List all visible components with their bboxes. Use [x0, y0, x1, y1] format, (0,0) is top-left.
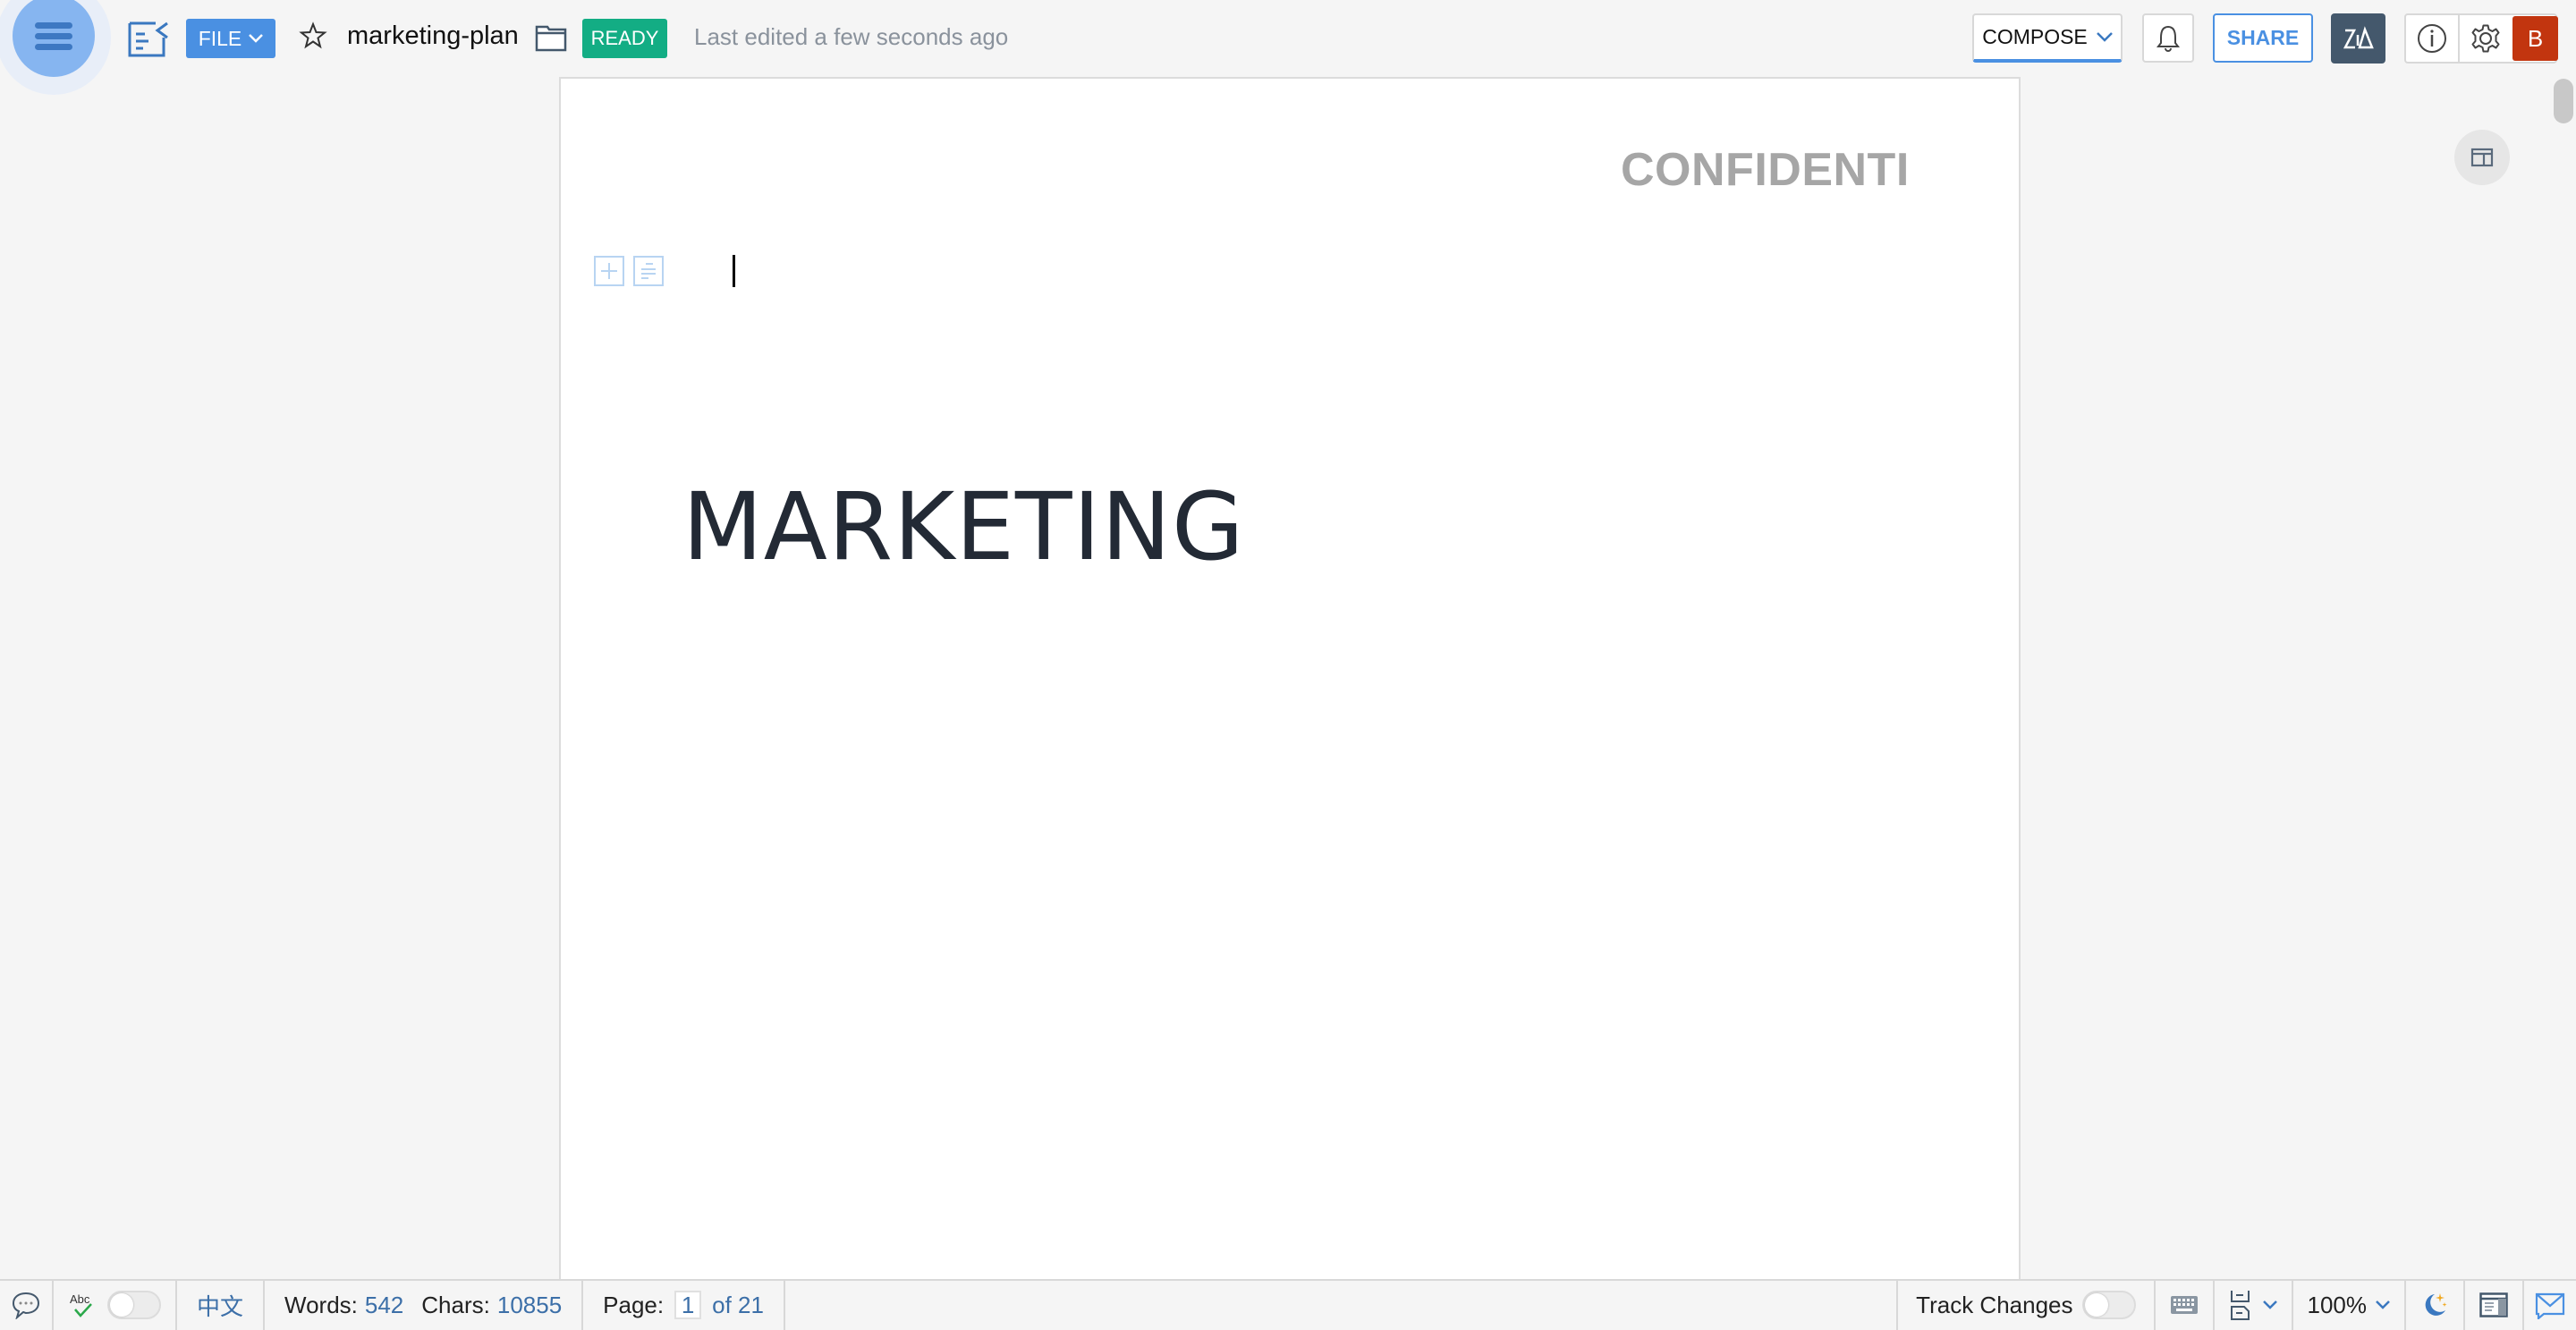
- track-changes-group: Track Changes: [1896, 1280, 2156, 1330]
- chars-value: 10855: [496, 1291, 563, 1318]
- writer-document-icon[interactable]: [127, 20, 170, 57]
- hamburger-line: [35, 43, 72, 50]
- folder-icon[interactable]: [535, 23, 567, 52]
- compose-label: COMPOSE: [1982, 25, 2088, 48]
- status-badge: READY: [582, 19, 667, 58]
- feedback-mail-button[interactable]: [2524, 1280, 2576, 1330]
- side-panel-toggle[interactable]: [2454, 130, 2510, 185]
- document-page[interactable]: CONFIDENTI MARKETING: [559, 77, 2021, 1279]
- bell-icon: [2157, 25, 2180, 52]
- settings-button[interactable]: [2460, 15, 2512, 62]
- svg-text:Abc: Abc: [70, 1292, 90, 1306]
- words-value: 542: [364, 1291, 404, 1318]
- status-spacer: [785, 1280, 1896, 1330]
- info-button[interactable]: [2406, 15, 2460, 62]
- share-button[interactable]: SHARE: [2213, 13, 2313, 63]
- zoom-value: 100%: [2307, 1291, 2368, 1318]
- file-menu-button[interactable]: FILE: [186, 19, 275, 58]
- keyboard-button[interactable]: [2156, 1280, 2215, 1330]
- add-block-icon: [601, 263, 617, 279]
- night-mode-icon: [2425, 1293, 2447, 1316]
- night-mode-button[interactable]: [2406, 1280, 2465, 1330]
- language-button[interactable]: 中文: [177, 1280, 266, 1330]
- page-label: Page:: [603, 1291, 665, 1318]
- track-changes-toggle[interactable]: [2081, 1291, 2136, 1319]
- notifications-button[interactable]: [2142, 13, 2194, 63]
- spellcheck-toggle[interactable]: [107, 1291, 161, 1319]
- spellcheck-group: Abc: [54, 1280, 177, 1330]
- paragraph-format-icon: [641, 263, 656, 279]
- keyboard-icon: [2170, 1296, 2198, 1314]
- reader-layout-icon: [2479, 1292, 2508, 1317]
- page-total: of 21: [712, 1291, 764, 1318]
- vertical-scrollbar[interactable]: [2554, 79, 2573, 123]
- top-bar: FILE marketing-plan READY Last edited a …: [0, 0, 2576, 95]
- word-count-group[interactable]: Words: 542 Chars: 10855: [265, 1280, 584, 1330]
- block-tools: [594, 256, 664, 286]
- info-icon: [2418, 24, 2446, 53]
- document-name[interactable]: marketing-plan: [347, 21, 519, 51]
- comments-button[interactable]: [0, 1280, 54, 1330]
- gear-icon: [2471, 24, 2500, 53]
- document-title[interactable]: MARKETING: [682, 472, 1245, 581]
- page-number-input[interactable]: 1: [674, 1291, 702, 1319]
- page-header-text[interactable]: CONFIDENTI: [1621, 143, 1910, 197]
- compose-dropdown[interactable]: COMPOSE: [1972, 13, 2123, 63]
- track-changes-label: Track Changes: [1916, 1291, 2073, 1318]
- zia-assistant-button[interactable]: [2331, 13, 2385, 64]
- spellcheck-icon: Abc: [70, 1292, 92, 1317]
- page-view-dropdown[interactable]: [2215, 1280, 2293, 1330]
- status-bar: Abc 中文 Words: 542 Chars: 10855 Page: 1 o…: [0, 1279, 2576, 1330]
- page-navigator: Page: 1 of 21: [583, 1280, 785, 1330]
- chars-label: Chars:: [421, 1291, 490, 1318]
- zia-icon: [2343, 26, 2374, 49]
- chevron-down-icon: [2262, 1300, 2277, 1309]
- hamburger-icon: [35, 21, 72, 29]
- comment-icon: [12, 1292, 40, 1319]
- chevron-down-icon: [2096, 32, 2113, 42]
- file-label: FILE: [198, 26, 242, 50]
- add-block-button[interactable]: [594, 256, 624, 286]
- last-edited-text: Last edited a few seconds ago: [694, 23, 1009, 50]
- zoom-dropdown[interactable]: 100%: [2293, 1280, 2406, 1330]
- star-icon[interactable]: [299, 21, 327, 50]
- paragraph-format-button[interactable]: [633, 256, 664, 286]
- mail-icon: [2535, 1292, 2565, 1319]
- words-label: Words:: [284, 1291, 358, 1318]
- chevron-down-icon: [249, 34, 264, 43]
- user-avatar[interactable]: B: [2512, 16, 2558, 61]
- text-cursor: [733, 255, 735, 287]
- reader-layout-button[interactable]: [2465, 1280, 2524, 1330]
- layout-panel-icon: [2470, 148, 2494, 167]
- account-tools-group: B: [2404, 13, 2558, 64]
- hamburger-line: [35, 32, 72, 39]
- page-view-icon: [2230, 1291, 2250, 1320]
- chevron-down-icon: [2376, 1300, 2390, 1309]
